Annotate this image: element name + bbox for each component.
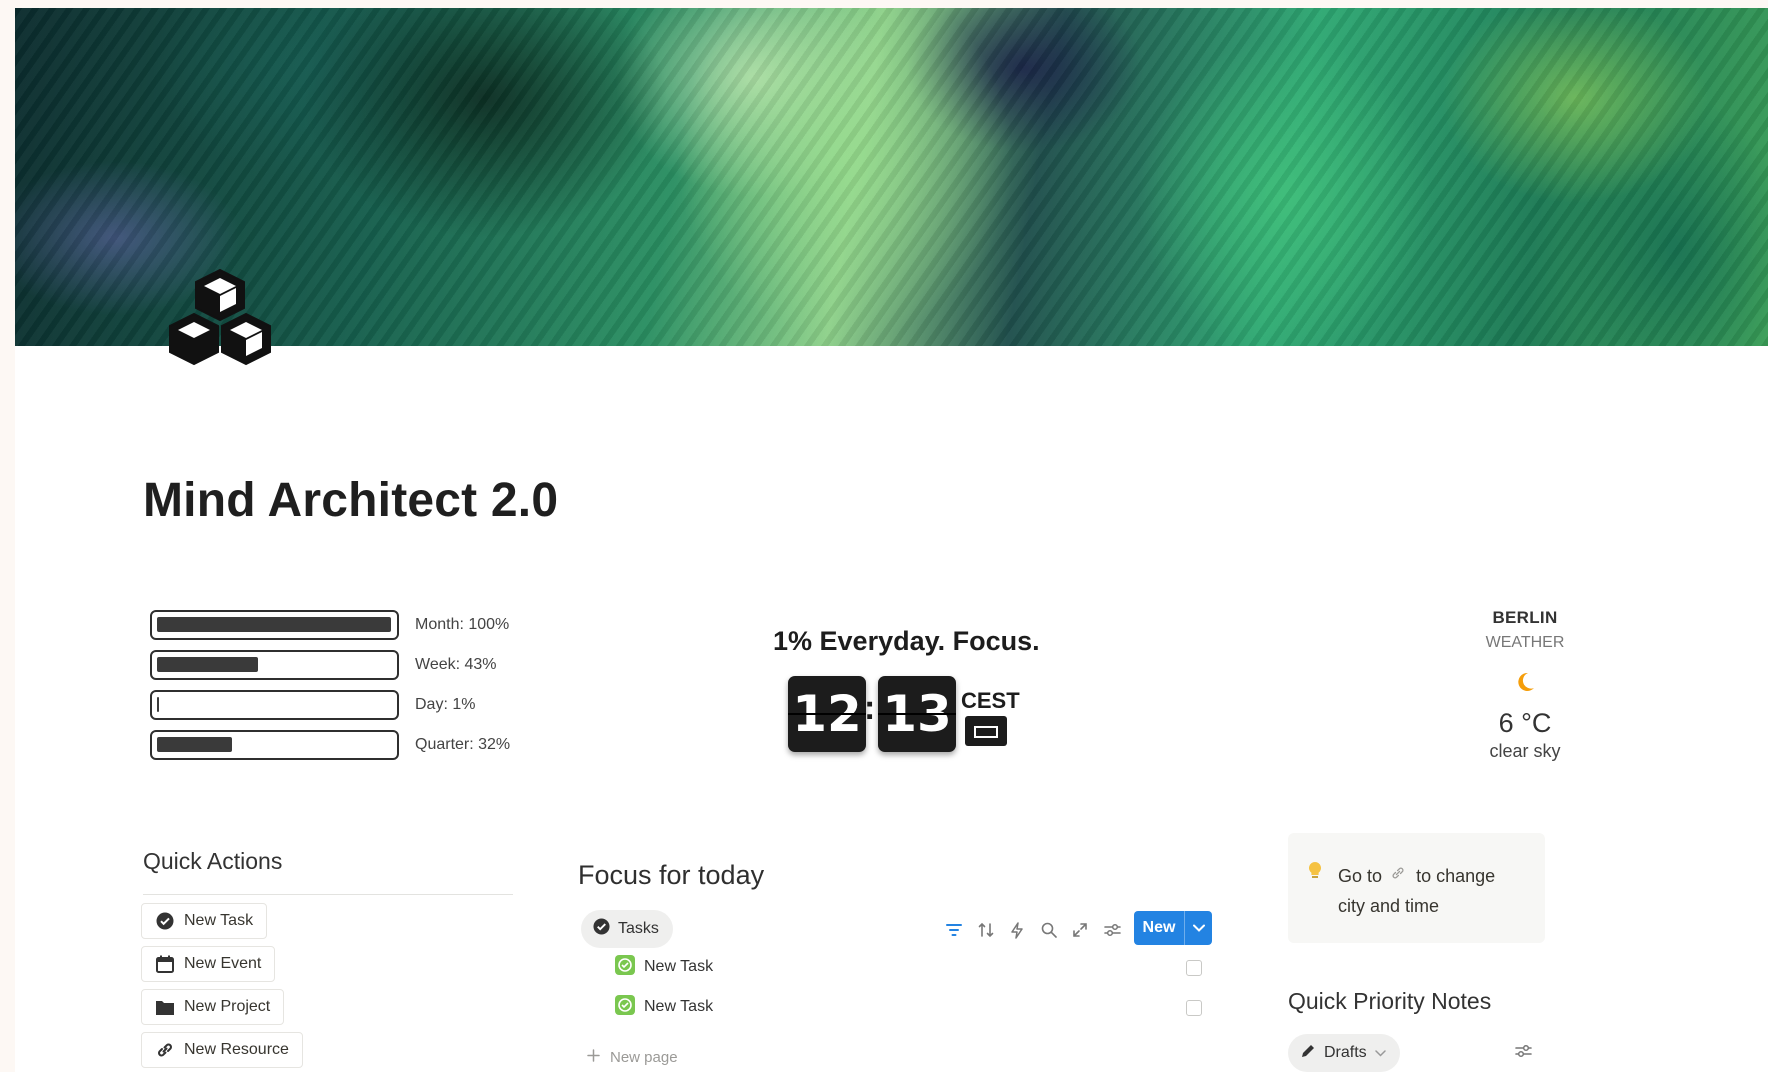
tab-tasks[interactable]: Tasks [581,910,673,948]
progress-bar-frame [150,610,399,640]
button-label: New Resource [184,1041,289,1058]
progress-label: Week: 43% [415,656,497,673]
progress-bar-fill [157,737,232,752]
weather-city: BERLIN [1492,608,1558,627]
chevron-down-icon [1374,1044,1386,1062]
sort-icon[interactable] [975,919,997,941]
lightbulb-icon [1308,861,1322,886]
new-button[interactable]: New [1134,911,1212,945]
clock-minutes: 13 [878,676,956,752]
priority-notes-heading: Quick Priority Notes [1288,988,1492,1014]
task-label: New Task [644,998,714,1015]
progress-bar-frame [150,690,399,720]
filter-icon[interactable] [943,919,965,941]
tab-drafts[interactable]: Drafts [1288,1034,1400,1072]
check-circle-icon [593,918,610,940]
notion-page: Mind Architect 2.0 Month: 100% Week: 43%… [15,8,1768,1072]
calendar-toggle-icon[interactable] [965,716,1007,746]
clock-hours: 12 [788,676,866,752]
new-button-label: New [1134,911,1185,945]
task-checkbox[interactable] [1186,960,1202,976]
weather-description: clear sky [1489,741,1561,761]
settings-icon[interactable] [1101,919,1123,941]
weather-subtitle: WEATHER [1485,634,1565,651]
progress-bar-fill [157,617,391,632]
pencil-icon [1300,1043,1316,1064]
tab-label: Drafts [1324,1044,1367,1061]
task-check-icon [615,994,635,1020]
clock-motto: 1% Everyday. Focus. [773,626,1040,656]
new-event-button[interactable]: New Event [141,946,276,982]
progress-label: Quarter: 32% [415,736,511,753]
expand-icon[interactable] [1069,919,1091,941]
link-icon [155,1040,175,1060]
check-circle-icon [155,911,175,931]
weather-widget: BERLIN WEATHER 6 °C clear sky [1460,608,1590,762]
clock-timezone: CEST [961,688,1020,713]
new-page-button[interactable]: New page [587,1049,678,1066]
progress-label: Day: 1% [415,696,476,713]
new-resource-button[interactable]: New Resource [141,1032,303,1068]
callout-text: to change [1416,866,1496,886]
task-row[interactable]: New Task [615,992,713,1022]
chevron-down-icon[interactable] [1185,924,1212,932]
page-title[interactable]: Mind Architect 2.0 [143,473,558,528]
search-icon[interactable] [1038,919,1060,941]
progress-bar-frame [150,650,399,680]
progress-label: Month: 100% [415,616,510,633]
hexagon-cluster-icon[interactable] [160,268,300,408]
folder-icon [155,997,175,1017]
calendar-icon [155,954,175,974]
task-label: New Task [644,958,714,975]
divider [143,894,513,895]
task-check-icon [615,954,635,980]
callout-text: city and time [1338,896,1440,916]
new-task-button[interactable]: New Task [141,903,268,939]
progress-bar-frame [150,730,399,760]
link-icon[interactable] [1391,859,1405,889]
lightning-icon[interactable] [1006,919,1028,941]
focus-heading: Focus for today [578,860,765,890]
button-label: New Project [184,998,271,1015]
button-label: New Event [184,955,262,972]
weather-config-callout: Go to to change city and time [1288,833,1545,943]
button-label: New Task [184,912,254,929]
new-page-label: New page [610,1049,678,1066]
tab-label: Tasks [618,920,659,937]
callout-text: Go to [1338,866,1383,886]
quick-actions-heading: Quick Actions [143,848,283,874]
clock-separator: : [864,689,876,727]
progress-bar-fill [157,697,159,712]
task-row[interactable]: New Task [615,952,713,982]
plus-icon [587,1049,600,1066]
task-checkbox[interactable] [1186,1000,1202,1016]
settings-icon[interactable] [1515,1044,1532,1063]
moon-icon [1513,670,1537,694]
new-project-button[interactable]: New Project [141,989,285,1025]
weather-temperature: 6 °C [1498,708,1552,738]
progress-bar-fill [157,657,258,672]
